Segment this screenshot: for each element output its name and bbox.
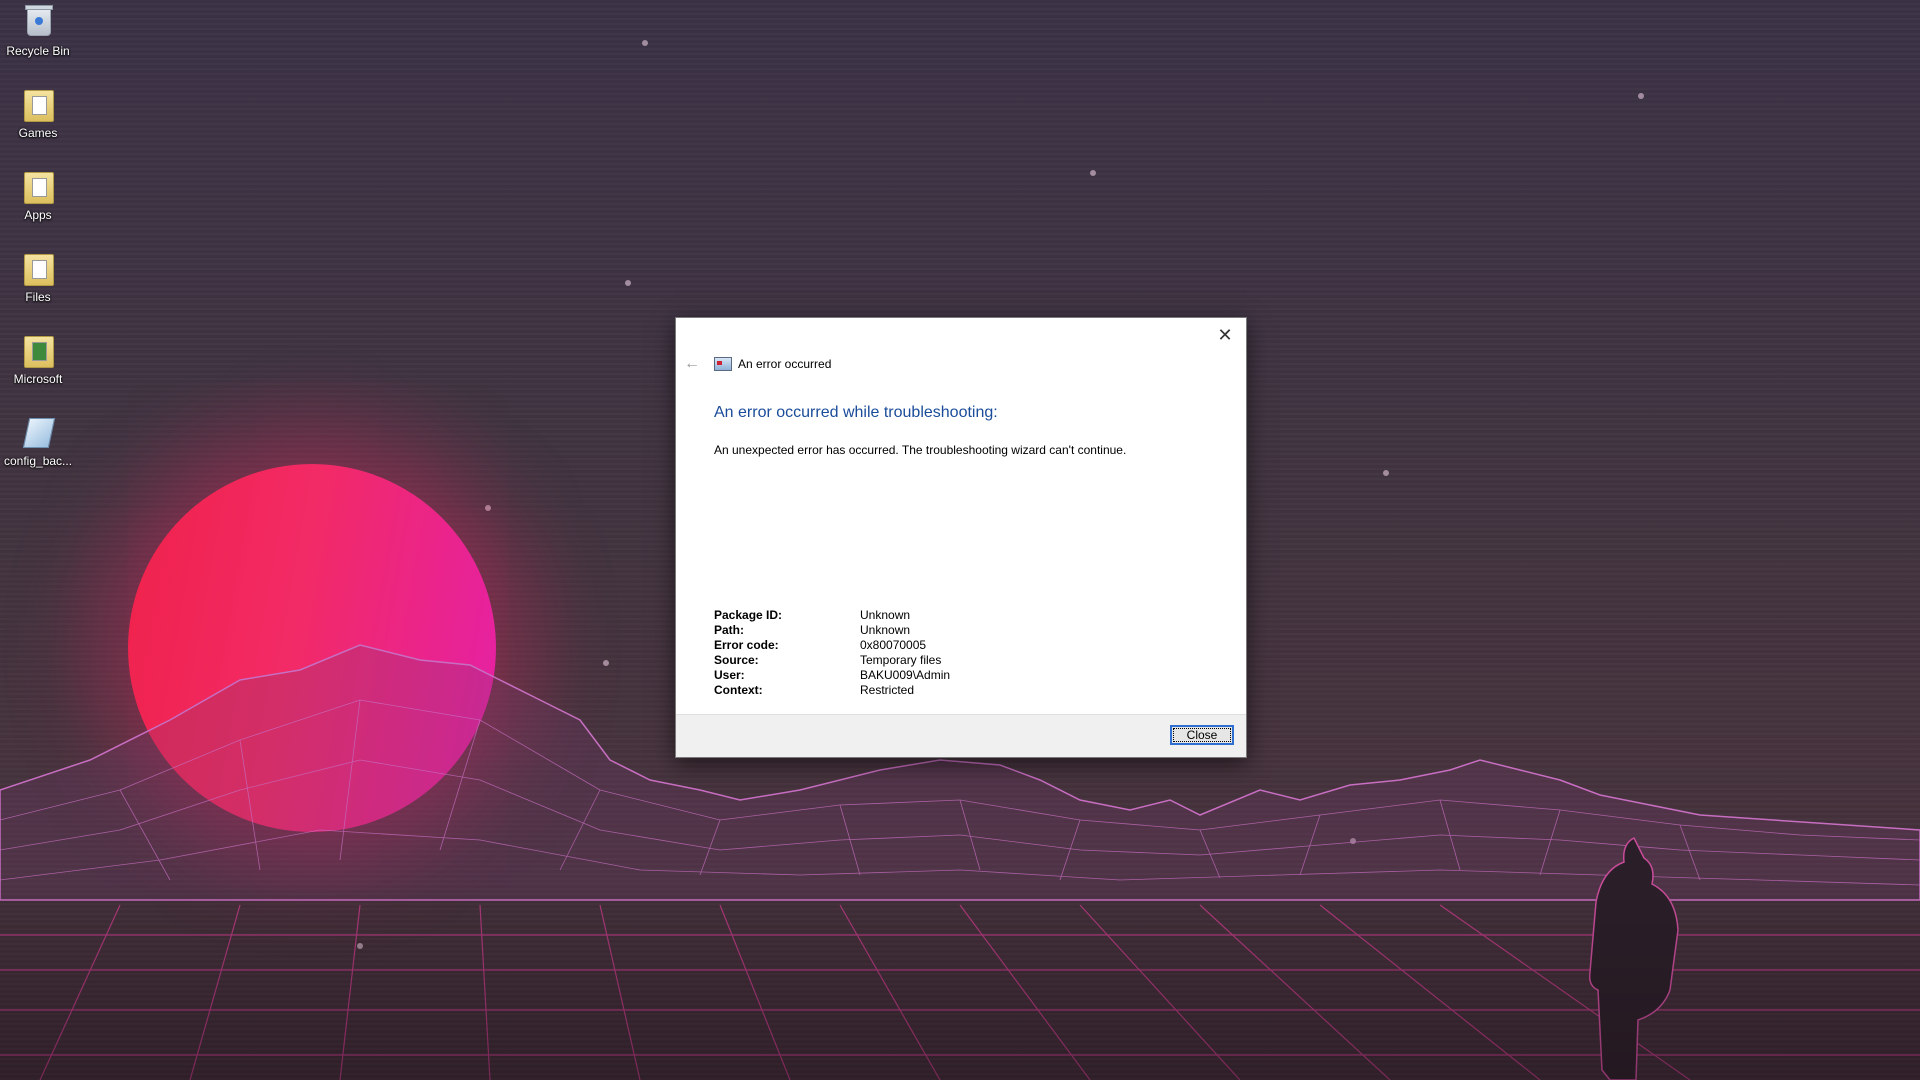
dialog-nav-row: ← An error occurred xyxy=(684,354,831,374)
detail-row: User: BAKU009\Admin xyxy=(714,668,950,683)
troubleshooter-icon xyxy=(714,357,732,371)
error-heading: An error occurred while troubleshooting: xyxy=(714,404,998,421)
back-arrow-icon[interactable]: ← xyxy=(684,355,704,373)
detail-key: Source: xyxy=(714,653,759,667)
desktop-icon-label: Files xyxy=(25,290,51,304)
detail-value: BAKU009\Admin xyxy=(860,668,951,682)
detail-value: 0x80070005 xyxy=(860,638,927,652)
detail-key: Package ID: xyxy=(714,608,783,622)
desktop-icon-files[interactable]: Files xyxy=(4,254,72,304)
detail-key: Path: xyxy=(714,623,744,637)
troubleshooter-error-dialog: ✕ ← An error occurred An error occurred … xyxy=(675,317,1247,758)
folder-icon xyxy=(22,254,54,286)
error-details: Package ID: Unknown Path: Unknown Error … xyxy=(714,608,950,698)
detail-key: Context: xyxy=(714,683,763,697)
desktop-icon-apps[interactable]: Apps xyxy=(4,172,72,222)
close-button[interactable]: Close xyxy=(1170,725,1234,745)
desktop-icon-label: Recycle Bin xyxy=(6,44,70,58)
detail-value: Restricted xyxy=(860,683,915,697)
detail-key: User: xyxy=(714,668,745,682)
detail-row: Context: Restricted xyxy=(714,683,950,698)
desktop-icon-label: Apps xyxy=(24,208,52,222)
desktop-icon-label: Games xyxy=(18,126,58,140)
detail-row: Source: Temporary files xyxy=(714,653,950,668)
ground-shade xyxy=(0,880,1920,1080)
dialog-footer: Close xyxy=(676,714,1246,757)
detail-value: Unknown xyxy=(860,623,911,637)
detail-key: Error code: xyxy=(714,638,779,652)
desktop-icon-microsoft[interactable]: Microsoft xyxy=(4,336,72,386)
desktop-icon-label: config_bac... xyxy=(4,454,73,468)
desktop-icon-label: Microsoft xyxy=(13,372,63,386)
detail-row: Error code: 0x80070005 xyxy=(714,638,950,653)
folder-icon xyxy=(22,172,54,204)
detail-value: Unknown xyxy=(860,608,911,622)
desktop-icon-recycle-bin[interactable]: Recycle Bin xyxy=(4,5,72,58)
detail-row: Package ID: Unknown xyxy=(714,608,950,623)
recycle-bin-icon xyxy=(22,5,54,40)
close-icon[interactable]: ✕ xyxy=(1210,322,1240,348)
folder-icon xyxy=(22,336,54,368)
detail-value: Temporary files xyxy=(860,653,942,667)
error-message: An unexpected error has occurred. The tr… xyxy=(714,443,1127,457)
desktop-icon-games[interactable]: Games xyxy=(4,90,72,140)
desktop-icon-config-backup[interactable]: config_bac... xyxy=(4,418,72,468)
config-file-icon xyxy=(22,418,56,450)
detail-row: Path: Unknown xyxy=(714,623,950,638)
dialog-title: An error occurred xyxy=(738,357,832,371)
folder-icon xyxy=(22,90,54,122)
